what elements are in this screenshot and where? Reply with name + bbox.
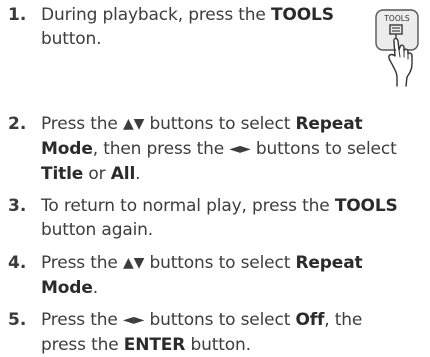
step-text: Press the ▲▼ buttons to select Repeat Mod… [41, 112, 397, 186]
step-text-segment: or [83, 164, 111, 184]
step-text-segment: To return to normal play, press the [41, 196, 335, 216]
step-text-segment: Press the [41, 310, 123, 330]
arrow-symbol: ▲▼ [122, 116, 145, 132]
step-text-segment: Press the [41, 253, 123, 273]
step-text-segment: buttons to select [144, 310, 296, 330]
step-number: 1. [8, 5, 27, 25]
step-text-segment: buttons to select [144, 114, 296, 134]
step-number: 5. [8, 310, 27, 330]
arrow-symbol: ▲▼ [122, 255, 145, 271]
step-number: 2. [8, 114, 27, 134]
bold-term: TOOLS [334, 196, 398, 216]
step-text-segment: button. [41, 29, 102, 49]
step-line: Press the ◄► buttons to select Off, the [41, 308, 362, 333]
bold-term: ENTER [123, 335, 186, 355]
step-text-segment: . [135, 164, 141, 184]
step-line: Mode. [41, 276, 363, 300]
bold-term: Repeat [295, 114, 363, 134]
step-text-segment: , then press the [92, 139, 230, 159]
step-text-segment: During playback, press the [41, 5, 271, 25]
step-line: Mode, then press the ◄► buttons to selec… [41, 137, 397, 162]
step-line: button again. [41, 218, 398, 242]
tools-button-press-hand-icon: TOOLS [375, 9, 419, 87]
bold-term: Mode [41, 139, 93, 159]
step-number: 3. [8, 196, 27, 216]
bold-term: All [110, 164, 136, 184]
step-text: To return to normal play, press the TOOL… [41, 194, 398, 242]
arrow-symbol: ◄► [122, 312, 145, 328]
step-line: During playback, press the TOOLS [41, 3, 334, 27]
step-line: To return to normal play, press the TOOL… [41, 194, 398, 218]
step-text: Press the ◄► buttons to select Off, the p… [41, 308, 362, 357]
bold-term: Title [41, 164, 84, 184]
step-line: Press the ▲▼ buttons to select Repeat [41, 251, 363, 276]
step-text-segment: button. [185, 335, 251, 355]
step-line: press the ENTER button. [41, 333, 362, 357]
step-text-segment: button again. [41, 220, 154, 240]
step-line: Title or All. [41, 162, 397, 186]
arrow-symbol: ◄► [229, 141, 251, 157]
bold-term: Mode [41, 278, 93, 298]
step-text-segment: buttons to select [144, 253, 296, 273]
bold-term: Repeat [295, 253, 363, 273]
step-text-segment: Press the [41, 114, 123, 134]
step-text-segment: press the [41, 335, 124, 355]
step-number: 4. [8, 253, 27, 273]
tools-button-label: TOOLS [383, 14, 410, 23]
step-line: Press the ▲▼ buttons to select Repeat [41, 112, 397, 137]
step-text-segment: . [92, 278, 98, 298]
step-text-segment: , the [324, 310, 363, 330]
bold-term: Off [295, 310, 325, 330]
tools-button-illustration: TOOLS [366, 6, 430, 90]
step-text: During playback, press the TOOLS button. [41, 3, 334, 51]
step-text-segment: buttons to select [250, 139, 397, 159]
bold-term: TOOLS [270, 5, 334, 25]
step-line: button. [41, 27, 334, 51]
step-text: Press the ▲▼ buttons to select Repeat Mod… [41, 251, 363, 300]
